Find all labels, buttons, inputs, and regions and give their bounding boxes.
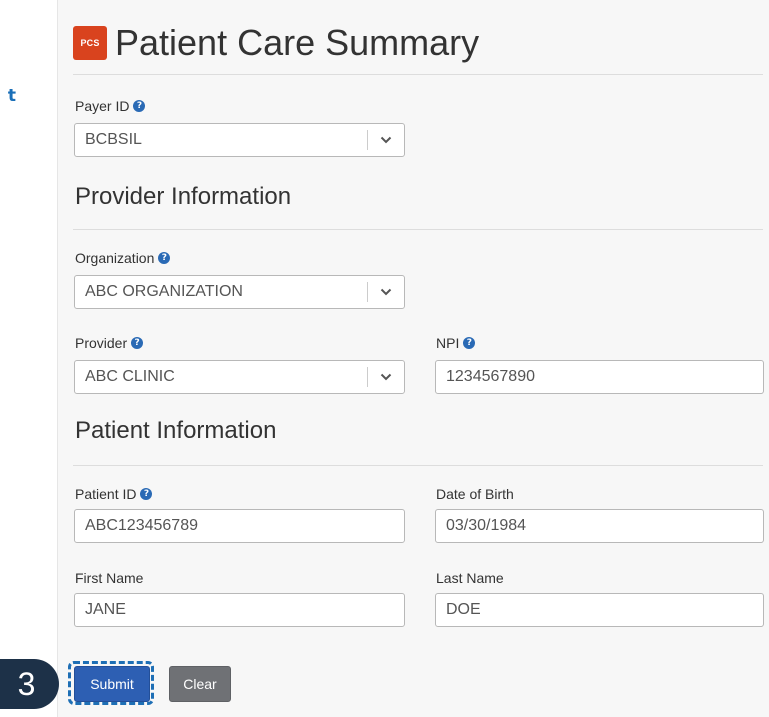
page-title: Patient Care Summary — [115, 22, 480, 63]
question-circle-icon[interactable]: ? — [131, 337, 144, 349]
date-of-birth-input[interactable]: 03/30/1984 — [435, 509, 764, 543]
provider-information-heading: Provider Information — [75, 183, 292, 210]
submit-button[interactable]: Submit — [74, 666, 150, 702]
cropped-side-text: t — [7, 86, 16, 106]
page-header: PCS Patient Care Summary — [73, 18, 479, 68]
question-circle-icon[interactable]: ? — [158, 252, 171, 264]
last-name-label: Last Name — [436, 570, 504, 586]
payer-id-label: Payer ID ? — [75, 98, 146, 114]
provider-label: Provider ? — [75, 335, 144, 351]
chevron-down-icon[interactable] — [368, 288, 404, 296]
npi-input[interactable]: 1234567890 — [435, 360, 764, 394]
divider — [73, 465, 763, 466]
patient-care-summary-panel: PCS Patient Care Summary Payer ID ? BCBS… — [57, 0, 769, 717]
last-name-input[interactable]: DOE — [435, 593, 764, 627]
question-circle-icon[interactable]: ? — [463, 337, 476, 349]
first-name-input[interactable]: JANE — [74, 593, 405, 627]
patient-id-input[interactable]: ABC123456789 — [74, 509, 405, 543]
chevron-down-icon[interactable] — [368, 373, 404, 381]
question-circle-icon[interactable]: ? — [140, 488, 153, 500]
first-name-label: First Name — [75, 570, 144, 586]
step-number-badge: 3 — [0, 659, 59, 709]
pcs-logo: PCS — [73, 26, 107, 60]
question-circle-icon[interactable]: ? — [133, 100, 146, 112]
divider — [73, 74, 763, 75]
clear-button[interactable]: Clear — [169, 666, 231, 702]
organization-label: Organization ? — [75, 250, 171, 266]
date-of-birth-label: Date of Birth — [436, 486, 514, 502]
npi-label: NPI ? — [436, 335, 476, 351]
provider-select[interactable]: ABC CLINIC — [74, 360, 405, 394]
organization-select[interactable]: ABC ORGANIZATION — [74, 275, 405, 309]
payer-id-select[interactable]: BCBSIL — [74, 123, 405, 157]
patient-id-label: Patient ID ? — [75, 486, 153, 502]
chevron-down-icon[interactable] — [368, 136, 404, 144]
patient-information-heading: Patient Information — [75, 417, 277, 444]
divider — [73, 229, 763, 230]
